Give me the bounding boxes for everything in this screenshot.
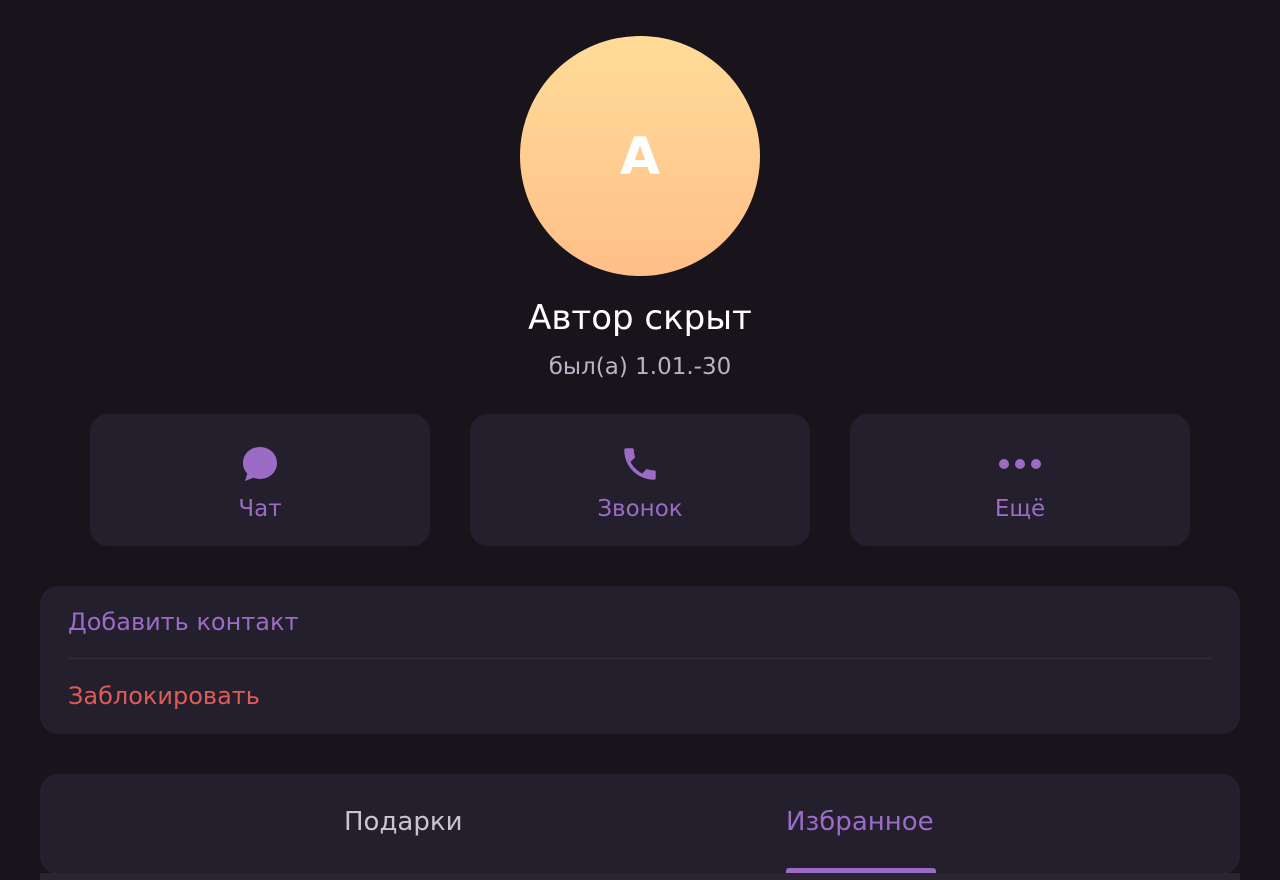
- tab-favorites[interactable]: Избранное: [786, 804, 934, 840]
- profile-page: A Автор скрыт был(а) 1.01.-30 Чат Звонок…: [0, 0, 1280, 880]
- more-dots-icon: [850, 444, 1190, 484]
- chat-bubble-icon: [90, 444, 430, 484]
- block-user-item[interactable]: Заблокировать: [68, 680, 260, 712]
- avatar-initial: A: [619, 127, 661, 187]
- profile-name: Автор скрыт: [528, 298, 752, 338]
- last-seen-status: был(а) 1.01.-30: [548, 354, 732, 380]
- phone-icon: [470, 444, 810, 484]
- chat-button[interactable]: Чат: [90, 414, 430, 546]
- tab-gifts[interactable]: Подарки: [344, 804, 462, 840]
- call-button-label: Звонок: [597, 496, 683, 522]
- contact-actions-card: Добавить контакт Заблокировать: [40, 586, 1240, 734]
- call-button[interactable]: Звонок: [470, 414, 810, 546]
- divider: [68, 658, 1212, 659]
- add-contact-item[interactable]: Добавить контакт: [68, 606, 298, 638]
- chat-button-label: Чат: [238, 496, 282, 522]
- avatar: A: [520, 36, 760, 276]
- tabs-bar: Подарки Избранное: [40, 774, 1240, 874]
- content-area-edge: [40, 873, 1240, 880]
- more-button[interactable]: Ещё: [850, 414, 1190, 546]
- more-button-label: Ещё: [994, 496, 1046, 522]
